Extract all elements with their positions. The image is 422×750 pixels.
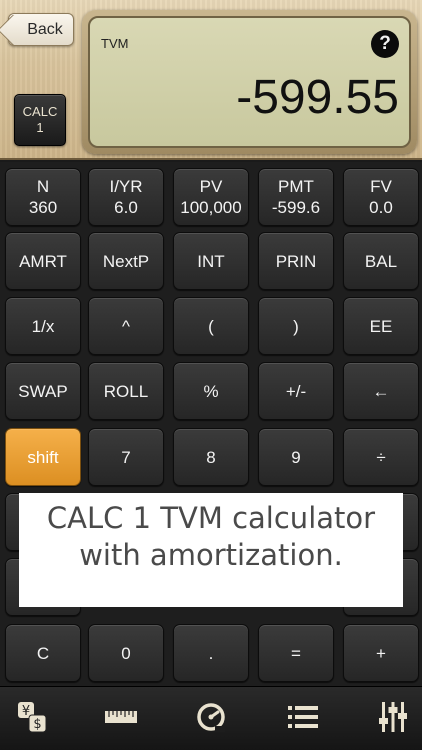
caption-line1: CALC 1 TVM calculator: [46, 501, 376, 535]
currency-exchange-icon: ¥ $: [18, 702, 47, 733]
calc-badge[interactable]: CALC 1: [14, 94, 66, 146]
key-equals[interactable]: =: [258, 624, 334, 682]
backspace-icon: ←: [372, 381, 390, 401]
key-shift[interactable]: shift: [5, 428, 81, 486]
key-label: AMRT: [19, 251, 67, 271]
key-label: ROLL: [103, 381, 149, 401]
key-label: C: [36, 643, 50, 663]
key-n[interactable]: N 360: [5, 168, 81, 226]
display-lcd: TVM ? -599.55: [88, 16, 411, 148]
key-reciprocal[interactable]: 1/x: [5, 297, 81, 355]
key-label: ): [293, 316, 299, 336]
key-value: 360: [28, 198, 58, 217]
tab-bar: ¥ $: [0, 686, 422, 750]
sliders-icon: [379, 702, 407, 732]
key-pv[interactable]: PV 100,000: [173, 168, 249, 226]
key-label: N: [36, 177, 50, 196]
speedometer-icon: [197, 703, 225, 732]
key-label: +/-: [285, 381, 307, 401]
key-sign-toggle[interactable]: +/-: [258, 362, 334, 420]
key-int[interactable]: INT: [173, 232, 249, 290]
key-label: 0: [121, 643, 131, 663]
tab-units[interactable]: [101, 697, 141, 737]
key-label: PV: [199, 177, 223, 196]
key-label: .: [208, 643, 214, 663]
caption-line2: with amortization.: [79, 538, 343, 572]
key-roll[interactable]: ROLL: [88, 362, 164, 420]
key-fv[interactable]: FV 0.0: [343, 168, 419, 226]
display-value: -599.55: [236, 71, 399, 124]
key-divide[interactable]: ÷: [343, 428, 419, 486]
key-label: NextP: [102, 251, 150, 271]
key-swap[interactable]: SWAP: [5, 362, 81, 420]
calc-badge-line2: 1: [36, 120, 44, 135]
mode-label: TVM: [101, 36, 129, 51]
key-label: SWAP: [18, 381, 68, 401]
tab-currency[interactable]: ¥ $: [12, 697, 52, 737]
key-label: INT: [197, 251, 225, 271]
back-button-label: Back: [27, 20, 63, 38]
key-label: %: [203, 381, 219, 401]
calc-badge-line1: CALC: [22, 104, 58, 119]
key-value: 0.0: [369, 198, 393, 217]
key-8[interactable]: 8: [173, 428, 249, 486]
key-backspace[interactable]: ←: [343, 362, 419, 420]
display-frame: TVM ? -599.55: [82, 10, 417, 154]
key-label: FV: [370, 177, 392, 196]
key-label: BAL: [364, 251, 398, 271]
tab-settings[interactable]: [373, 697, 413, 737]
key-open-paren[interactable]: (: [173, 297, 249, 355]
key-0[interactable]: 0: [88, 624, 164, 682]
help-icon[interactable]: ?: [371, 30, 399, 58]
key-decimal[interactable]: .: [173, 624, 249, 682]
tab-speed[interactable]: [191, 697, 231, 737]
key-nextp[interactable]: NextP: [88, 232, 164, 290]
key-label: I/YR: [109, 177, 143, 196]
key-power[interactable]: ^: [88, 297, 164, 355]
key-label: 1/x: [31, 316, 55, 336]
key-pmt[interactable]: PMT -599.6: [258, 168, 334, 226]
key-i-yr[interactable]: I/YR 6.0: [88, 168, 164, 226]
key-label: (: [208, 316, 214, 336]
list-icon: [288, 706, 318, 728]
svg-text:$: $: [33, 717, 41, 732]
key-label: 7: [121, 447, 131, 467]
back-button[interactable]: Back: [8, 13, 74, 46]
key-label: +: [376, 643, 386, 663]
ruler-icon: [105, 711, 137, 723]
key-prin[interactable]: PRIN: [258, 232, 334, 290]
key-label: 8: [206, 447, 216, 467]
key-value: 100,000: [180, 198, 242, 217]
key-plus[interactable]: +: [343, 624, 419, 682]
key-7[interactable]: 7: [88, 428, 164, 486]
key-9[interactable]: 9: [258, 428, 334, 486]
key-value: -599.6: [271, 198, 321, 217]
key-label: ÷: [376, 447, 386, 467]
key-percent[interactable]: %: [173, 362, 249, 420]
key-label: =: [291, 643, 301, 663]
key-amrt[interactable]: AMRT: [5, 232, 81, 290]
key-clear[interactable]: C: [5, 624, 81, 682]
keypad: N 360 I/YR 6.0 PV 100,000 PMT -599.6 FV …: [0, 162, 422, 686]
key-label: PRIN: [275, 251, 317, 271]
tab-list[interactable]: [283, 697, 323, 737]
header: Back CALC 1 TVM ? -599.55: [0, 0, 422, 160]
key-label: 9: [291, 447, 301, 467]
key-label: shift: [27, 447, 59, 467]
key-label: PMT: [278, 177, 314, 196]
key-ee[interactable]: EE: [343, 297, 419, 355]
key-close-paren[interactable]: ): [258, 297, 334, 355]
key-label: EE: [369, 316, 393, 336]
key-bal[interactable]: BAL: [343, 232, 419, 290]
promo-caption: CALC 1 TVM calculator with amortization.: [19, 493, 403, 607]
key-value: 6.0: [114, 198, 138, 217]
key-label: ^: [122, 316, 130, 336]
